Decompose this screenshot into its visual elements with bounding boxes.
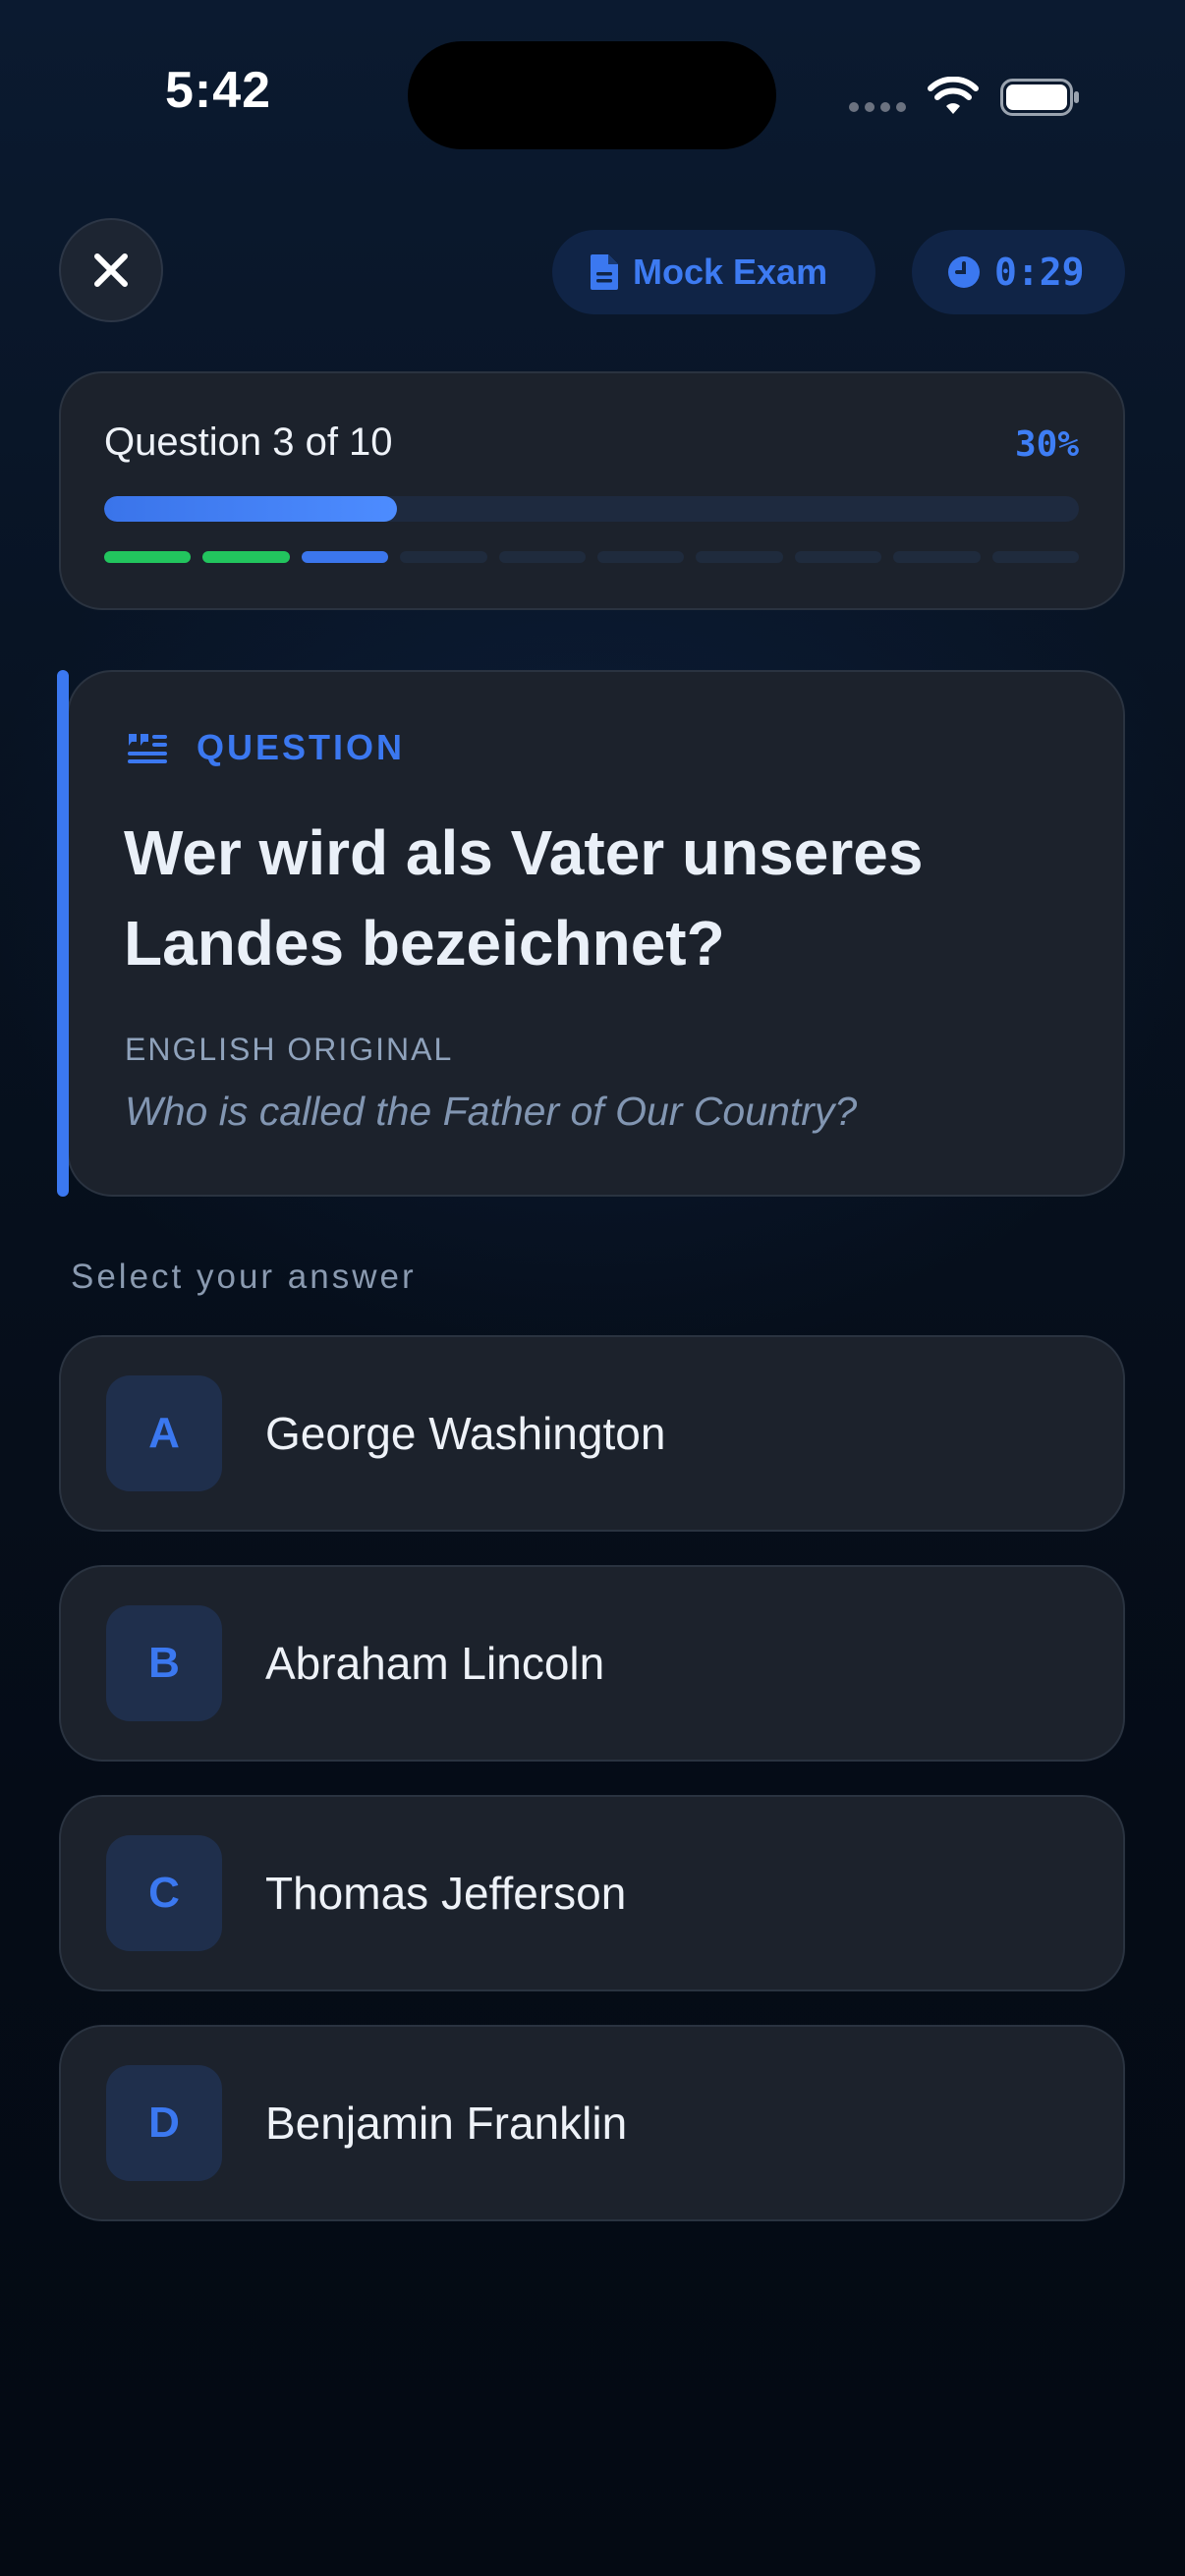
mock-exam-label: Mock Exam <box>633 252 828 292</box>
question-step <box>696 551 783 563</box>
battery-icon <box>1000 79 1079 116</box>
answer-letter-badge: B <box>106 1605 222 1721</box>
question-step <box>498 551 587 563</box>
english-original-text: Who is called the Father of Our Country? <box>125 1089 858 1134</box>
timer-badge: 0:29 <box>912 230 1125 314</box>
close-button[interactable] <box>59 218 163 322</box>
answer-letter-badge: D <box>106 2065 222 2181</box>
progress-bar <box>104 496 1079 522</box>
answer-text: Benjamin Franklin <box>265 2098 628 2149</box>
question-tag: QUESTION <box>126 727 405 768</box>
question-step <box>202 551 290 563</box>
question-tag-label: QUESTION <box>197 727 406 767</box>
question-counter: Question 3 of 10 <box>104 420 393 464</box>
question-step <box>991 551 1080 563</box>
status-time: 5:42 <box>165 62 272 119</box>
answer-text: George Washington <box>265 1408 666 1459</box>
question-step <box>104 551 192 563</box>
question-step <box>794 551 882 563</box>
answer-letter-badge: C <box>106 1835 222 1951</box>
cellular-signal-icon <box>849 102 906 112</box>
document-icon <box>591 254 618 290</box>
question-step <box>400 551 487 563</box>
quote-icon <box>128 734 167 763</box>
english-original-label: ENGLISH ORIGINAL <box>125 1032 454 1067</box>
dynamic-island <box>408 41 776 149</box>
question-step <box>893 551 981 563</box>
progress-percent: 30% <box>1014 424 1079 465</box>
answer-text: Thomas Jefferson <box>265 1868 627 1919</box>
wifi-icon <box>928 77 979 114</box>
timer-value: 0:29 <box>994 251 1085 294</box>
progress-card <box>59 371 1125 610</box>
question-step <box>597 551 685 563</box>
mock-exam-badge: Mock Exam <box>552 230 875 314</box>
select-answer-label: Select your answer <box>71 1258 417 1296</box>
question-text: Wer wird als Vater unseres Landes bezeic… <box>124 817 924 979</box>
question-accent-bar <box>57 670 69 1197</box>
answer-text: Abraham Lincoln <box>265 1638 605 1689</box>
close-icon <box>94 253 128 287</box>
question-steps <box>104 551 1080 563</box>
answer-letter-badge: A <box>106 1375 222 1491</box>
progress-bar-fill <box>104 496 397 522</box>
question-step <box>301 551 389 563</box>
clock-icon <box>948 256 980 288</box>
